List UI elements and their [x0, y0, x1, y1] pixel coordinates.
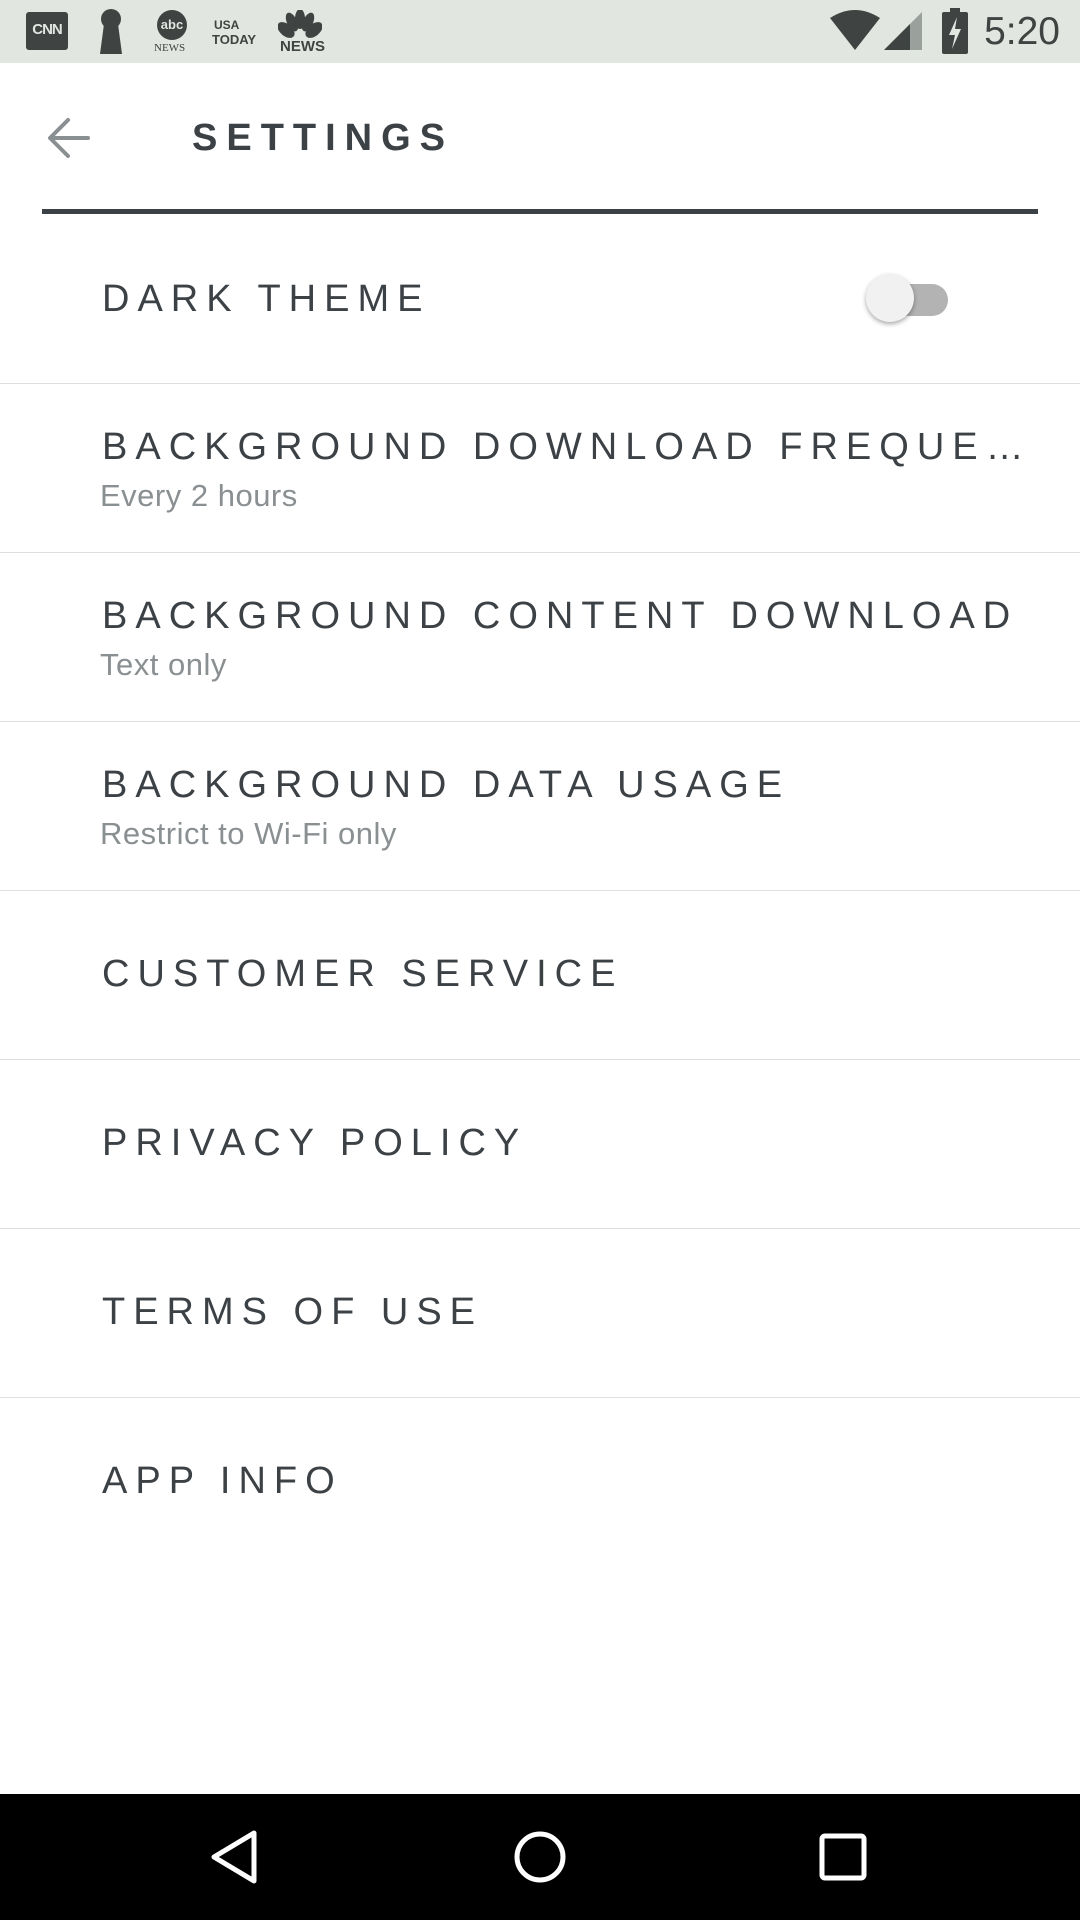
usa-today-label-top: USA: [214, 18, 240, 32]
background-data-usage-value: Restrict to Wi-Fi only: [100, 816, 397, 851]
background-content-download-value: Text only: [100, 647, 227, 682]
background-download-frequency-label: BACKGROUND DOWNLOAD FREQUENCY: [102, 426, 1037, 468]
terms-of-use-label: TERMS OF USE: [102, 1291, 484, 1333]
arrow-left-icon[interactable]: [40, 105, 106, 171]
nbc-news-label: NEWS: [280, 38, 325, 55]
setting-customer-service[interactable]: CUSTOMER SERVICE: [0, 891, 1080, 1060]
usa-today-label-bottom: TODAY: [212, 32, 257, 47]
app-info-label: APP INFO: [102, 1460, 343, 1502]
dark-theme-toggle[interactable]: [866, 270, 952, 326]
setting-background-download-frequency[interactable]: BACKGROUND DOWNLOAD FREQUENCY Every 2 ho…: [0, 384, 1080, 553]
keyhole-icon: [100, 9, 122, 54]
background-data-usage-label: BACKGROUND DATA USAGE: [102, 764, 791, 806]
cnn-icon: CNN: [26, 12, 68, 50]
setting-background-data-usage[interactable]: BACKGROUND DATA USAGE Restrict to Wi-Fi …: [0, 722, 1080, 891]
back-triangle-icon[interactable]: [200, 1822, 270, 1892]
setting-terms-of-use[interactable]: TERMS OF USE: [0, 1229, 1080, 1398]
cnn-label: CNN: [32, 21, 63, 38]
usa-today-icon: USA TODAY: [210, 8, 262, 54]
wifi-icon: [830, 10, 880, 50]
battery-charging-icon: [942, 8, 968, 54]
recents-square-icon[interactable]: [808, 1822, 878, 1892]
privacy-policy-label: PRIVACY POLICY: [102, 1122, 528, 1164]
abc-news-label: NEWS: [154, 42, 186, 54]
toggle-thumb: [866, 274, 914, 322]
background-download-frequency-value: Every 2 hours: [100, 478, 298, 513]
page-title: SETTINGS: [192, 117, 455, 159]
app-bar: SETTINGS: [0, 63, 1080, 214]
status-time: 5:20: [984, 10, 1060, 53]
setting-app-info[interactable]: APP INFO: [0, 1398, 1080, 1567]
status-bar: CNN abc NEWS USA TODAY NEWS 5:20: [0, 0, 1080, 63]
cellular-signal-icon: [884, 12, 922, 50]
customer-service-label: CUSTOMER SERVICE: [102, 953, 624, 995]
nbc-news-icon: NEWS: [278, 8, 325, 55]
setting-dark-theme[interactable]: DARK THEME: [0, 214, 1080, 384]
dark-theme-label: DARK THEME: [102, 278, 431, 320]
home-circle-icon[interactable]: [505, 1822, 575, 1892]
setting-privacy-policy[interactable]: PRIVACY POLICY: [0, 1060, 1080, 1229]
system-nav-bar: [0, 1794, 1080, 1920]
background-content-download-label: BACKGROUND CONTENT DOWNLOAD: [102, 595, 1019, 637]
abc-news-icon: abc NEWS: [152, 8, 194, 54]
setting-background-content-download[interactable]: BACKGROUND CONTENT DOWNLOAD Text only: [0, 553, 1080, 722]
